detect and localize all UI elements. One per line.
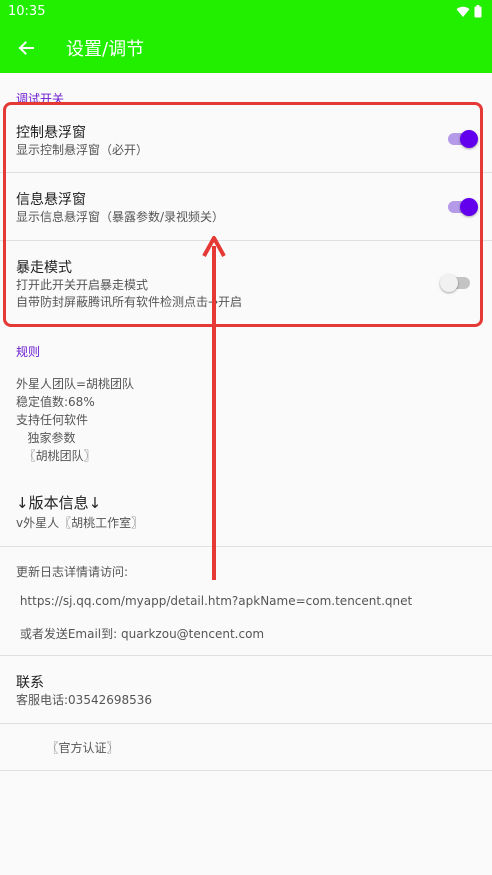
info-overlay-switch[interactable] — [448, 198, 478, 216]
pref-contact[interactable]: 联系 客服电话:03542698536 — [0, 656, 492, 723]
pref-rampage-mode[interactable]: 暴走模式 打开此开关开启暴走模式 自带防封屏蔽腾讯所有软件检测点击→开启 — [0, 241, 492, 325]
pref-summary: 显示控制悬浮窗（必开） — [16, 143, 149, 157]
pref-summary-line: 打开此开关开启暴走模式 — [16, 278, 149, 292]
status-icons — [456, 5, 482, 18]
control-overlay-switch[interactable] — [448, 130, 478, 148]
official-label: 〖官方认证〗 — [16, 741, 119, 755]
pref-title: 信息悬浮窗 — [16, 192, 86, 208]
wifi-icon — [456, 6, 470, 17]
status-time: 10:35 — [8, 4, 46, 19]
switch-thumb — [460, 130, 478, 148]
pref-info-overlay[interactable]: 信息悬浮窗 显示信息悬浮窗（暴露参数/录视频关） — [0, 173, 492, 240]
back-button[interactable] — [10, 32, 42, 64]
pref-summary: v外星人〖胡桃工作室〗 — [16, 516, 144, 530]
divider — [0, 546, 492, 547]
changelog-label: 更新日志详情请访问: — [16, 565, 129, 579]
section-header-rules: 规则 — [16, 345, 41, 359]
rules-line: 独家参数 — [16, 431, 76, 445]
pref-title: 联系 — [16, 675, 44, 691]
switch-thumb — [440, 274, 458, 292]
pref-summary-line: 自带防封屏蔽腾讯所有软件检测点击→开启 — [16, 295, 243, 309]
pref-version-info[interactable]: ↓版本信息↓ v外星人〖胡桃工作室〗 — [0, 480, 492, 546]
switch-thumb — [460, 198, 478, 216]
pref-title: ↓版本信息↓ — [16, 494, 102, 512]
status-bar: 10:35 — [0, 0, 492, 24]
changelog-email[interactable]: 或者发送Email到: quarkzou@tencent.com — [16, 625, 264, 642]
rules-line: 支持任何软件 — [16, 413, 89, 427]
pref-summary: 显示信息悬浮窗（暴露参数/录视频关） — [16, 210, 225, 224]
rules-line: 外星人团队=胡桃团队 — [16, 377, 135, 391]
rules-line: 稳定值数:68% — [16, 395, 95, 409]
changelog-url[interactable]: https://sj.qq.com/myapp/detail.htm?apkNa… — [16, 594, 412, 608]
divider — [0, 770, 492, 771]
battery-icon — [474, 5, 482, 18]
rules-line: 〖胡桃团队〗 — [16, 449, 96, 463]
pref-summary: 客服电话:03542698536 — [16, 693, 153, 707]
section-header-debug: 调试开关 — [16, 92, 65, 106]
pref-title: 暴走模式 — [16, 260, 72, 276]
arrow-left-icon — [18, 41, 34, 55]
app-bar: 设置/调节 — [0, 24, 492, 73]
page-title: 设置/调节 — [66, 39, 145, 60]
divider — [0, 723, 492, 724]
pref-control-overlay[interactable]: 控制悬浮窗 显示控制悬浮窗（必开） — [0, 106, 492, 172]
rampage-mode-switch[interactable] — [440, 274, 472, 292]
pref-title: 控制悬浮窗 — [16, 125, 86, 141]
